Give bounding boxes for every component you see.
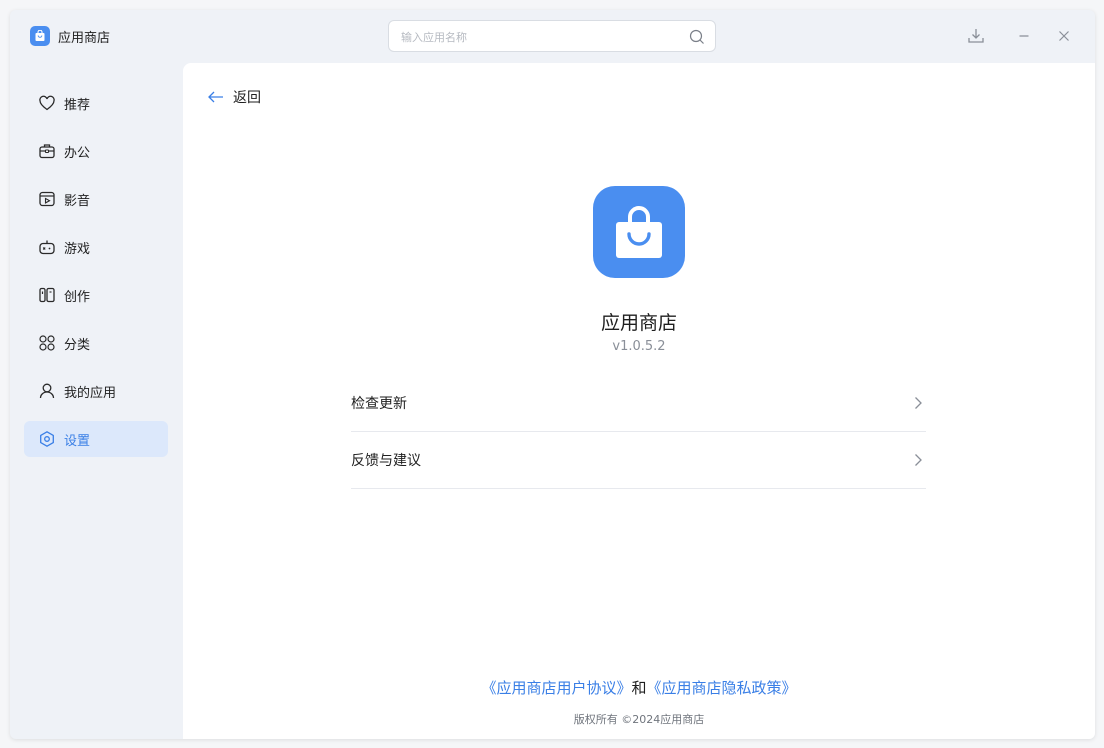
title-bar: 应用商店 [10,10,1095,62]
download-icon [968,29,984,43]
sidebar-item-label: 分类 [64,337,91,353]
video-icon [38,190,56,208]
menu-item-label: 反馈与建议 [351,453,421,469]
legal-links: 《应用商店用户协议》和《应用商店隐私政策》 [183,677,1095,698]
feedback-row[interactable]: 反馈与建议 [351,432,926,489]
sidebar-item-label: 创作 [64,289,91,305]
app-version: v1.0.5.2 [612,339,666,354]
sidebar-item-categories[interactable]: 分类 [24,325,168,361]
sidebar-item-media[interactable]: 影音 [24,181,168,217]
book-icon [38,286,56,304]
close-button[interactable] [1052,24,1076,48]
minimize-icon [1019,35,1029,37]
sidebar-item-label: 影音 [64,193,91,209]
gamepad-icon [38,238,56,256]
heart-icon [38,94,56,112]
download-button[interactable] [964,24,988,48]
back-button[interactable]: 返回 [207,87,261,107]
close-icon [1059,31,1069,41]
copyright-text: 版权所有 ©2024应用商店 [573,713,705,726]
check-update-row[interactable]: 检查更新 [351,375,926,432]
sidebar-item-label: 办公 [64,145,91,161]
briefcase-icon [38,142,56,160]
sidebar-item-label: 设置 [64,433,91,449]
search-box[interactable] [388,20,716,52]
app-name-heading: 应用商店 [600,312,677,334]
legal-and-text: 和 [631,679,647,697]
settings-menu: 检查更新 反馈与建议 [351,375,926,489]
app-store-logo-icon [593,186,685,278]
chevron-right-icon [915,454,922,466]
sidebar-item-my-apps[interactable]: 我的应用 [24,373,168,409]
arrow-left-icon [208,91,223,103]
user-agreement-link[interactable]: 《应用商店用户协议》 [481,679,631,697]
sidebar-item-label: 我的应用 [64,385,117,401]
sidebar-item-creation[interactable]: 创作 [24,277,168,313]
minimize-button[interactable] [1012,24,1036,48]
search-input[interactable] [401,27,681,47]
main-panel: 返回 应用商店 v1.0.5.2 检查更新 反馈与建议 《应用商店用户协议》和《… [183,63,1095,739]
back-label: 返回 [233,90,261,106]
sidebar: 推荐 办公 影音 游戏 创作 分类 我的应用 设置 [24,85,168,469]
sidebar-item-label: 推荐 [64,97,91,113]
chevron-right-icon [915,397,922,409]
grid-icon [38,334,56,352]
sidebar-item-recommend[interactable]: 推荐 [24,85,168,121]
menu-item-label: 检查更新 [351,396,407,412]
settings-icon [38,430,56,448]
search-icon[interactable] [689,29,705,45]
sidebar-item-settings[interactable]: 设置 [24,421,168,457]
user-icon [38,382,56,400]
sidebar-item-label: 游戏 [64,241,91,257]
app-title: 应用商店 [58,31,111,46]
sidebar-item-games[interactable]: 游戏 [24,229,168,265]
app-logo-icon [30,26,50,46]
privacy-policy-link[interactable]: 《应用商店隐私政策》 [647,679,797,697]
sidebar-item-office[interactable]: 办公 [24,133,168,169]
app-window: 应用商店 推荐 办公 [10,10,1095,739]
